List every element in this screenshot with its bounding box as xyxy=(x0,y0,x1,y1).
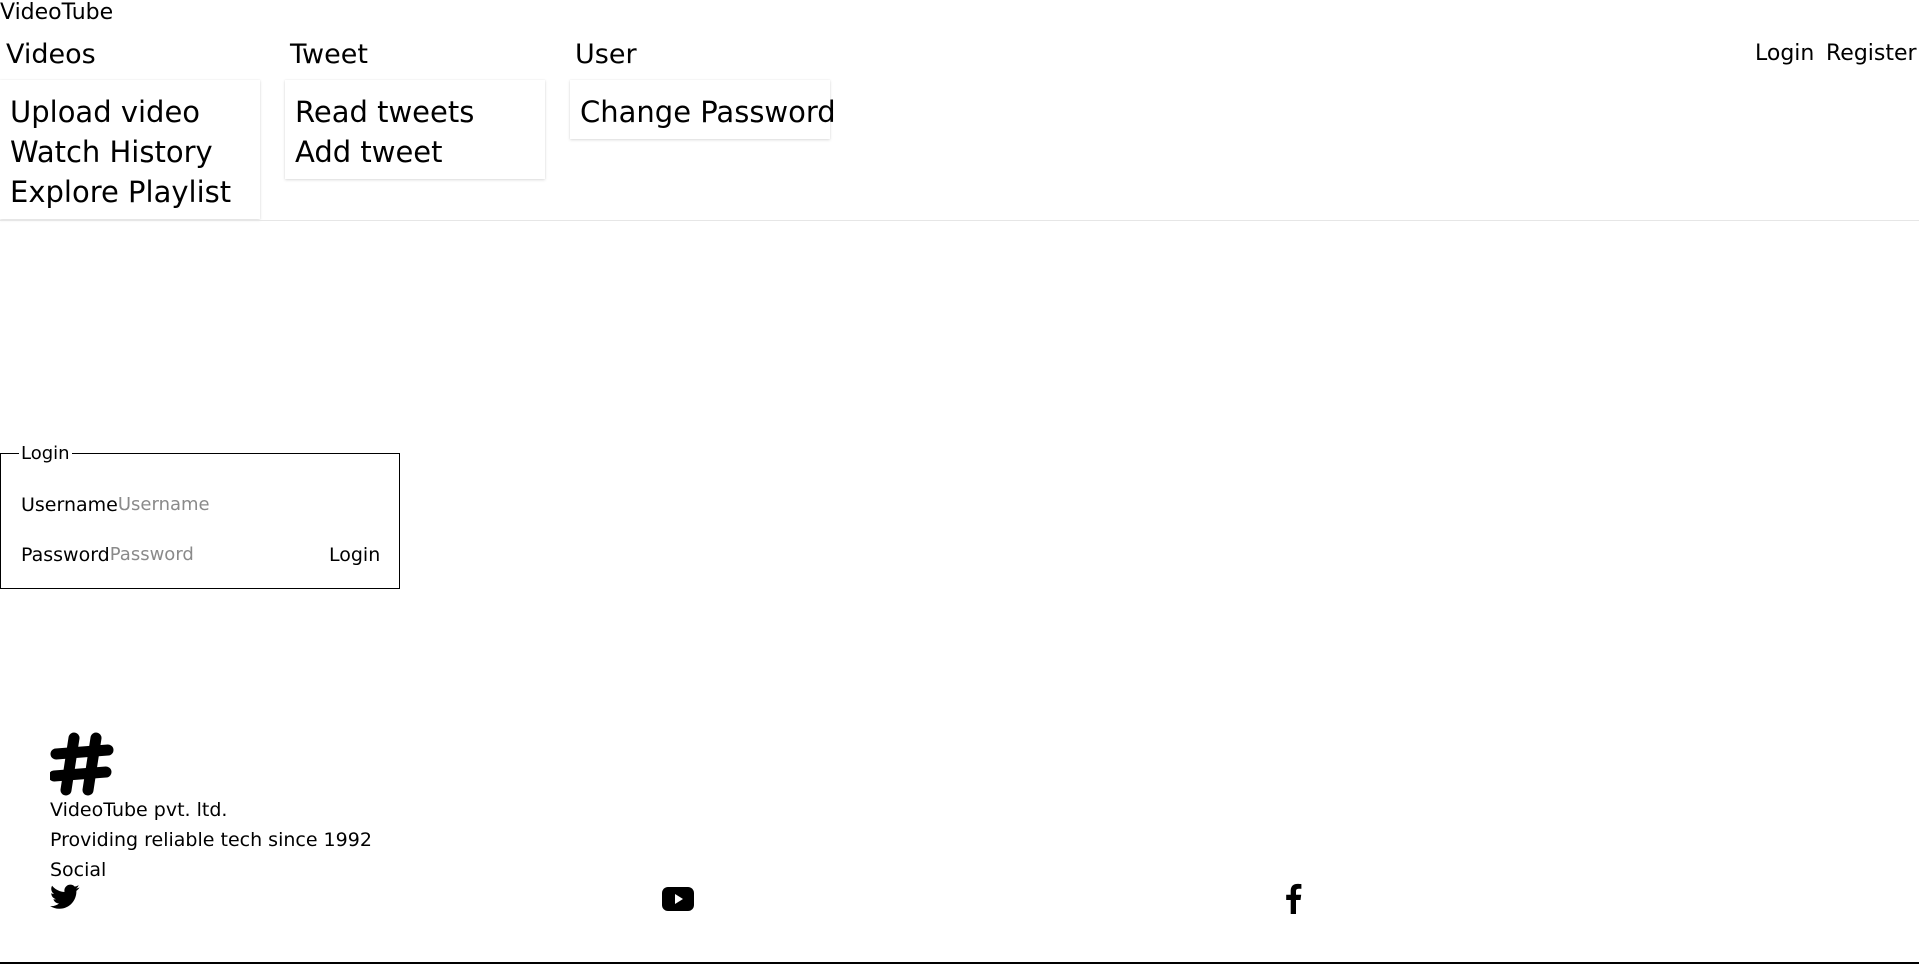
login-fieldset xyxy=(0,453,400,589)
facebook-icon[interactable] xyxy=(1284,882,1302,918)
menu-item-watch-history[interactable]: Watch History xyxy=(10,132,250,172)
footer-company: VideoTube pvt. ltd. xyxy=(50,799,228,821)
youtube-icon[interactable] xyxy=(662,887,694,915)
username-input[interactable] xyxy=(117,493,268,517)
register-link[interactable]: Register xyxy=(1826,41,1917,67)
menu-item-add-tweet[interactable]: Add tweet xyxy=(295,132,535,172)
menu-item-upload-video[interactable]: Upload video xyxy=(10,92,250,132)
menu-item-read-tweets[interactable]: Read tweets xyxy=(295,92,535,132)
menu-user[interactable]: User xyxy=(575,39,637,71)
password-row: Password xyxy=(21,543,260,567)
username-label: Username xyxy=(21,494,118,516)
login-link[interactable]: Login xyxy=(1755,41,1814,67)
password-input[interactable] xyxy=(109,543,260,567)
footer-tagline: Providing reliable tech since 1992 xyxy=(50,829,372,851)
user-dropdown: Change Password xyxy=(570,80,836,139)
videos-dropdown: Upload video Watch History Explore Playl… xyxy=(0,80,260,219)
password-label: Password xyxy=(21,544,110,566)
tweet-dropdown: Read tweets Add tweet xyxy=(285,80,545,179)
login-legend: Login xyxy=(19,442,72,466)
header-divider xyxy=(0,220,1919,221)
twitter-icon[interactable] xyxy=(50,884,80,914)
menu-tweet[interactable]: Tweet xyxy=(290,39,368,71)
menu-item-explore-playlist[interactable]: Explore Playlist xyxy=(10,172,250,212)
menu-videos[interactable]: Videos xyxy=(6,39,96,71)
brand-title[interactable]: VideoTube xyxy=(0,0,113,26)
footer-social-heading: Social xyxy=(50,859,107,881)
menu-item-change-password[interactable]: Change Password xyxy=(580,92,836,132)
username-row: Username xyxy=(21,493,268,517)
login-submit-button[interactable]: Login xyxy=(329,543,380,567)
hashtag-icon xyxy=(48,732,114,796)
